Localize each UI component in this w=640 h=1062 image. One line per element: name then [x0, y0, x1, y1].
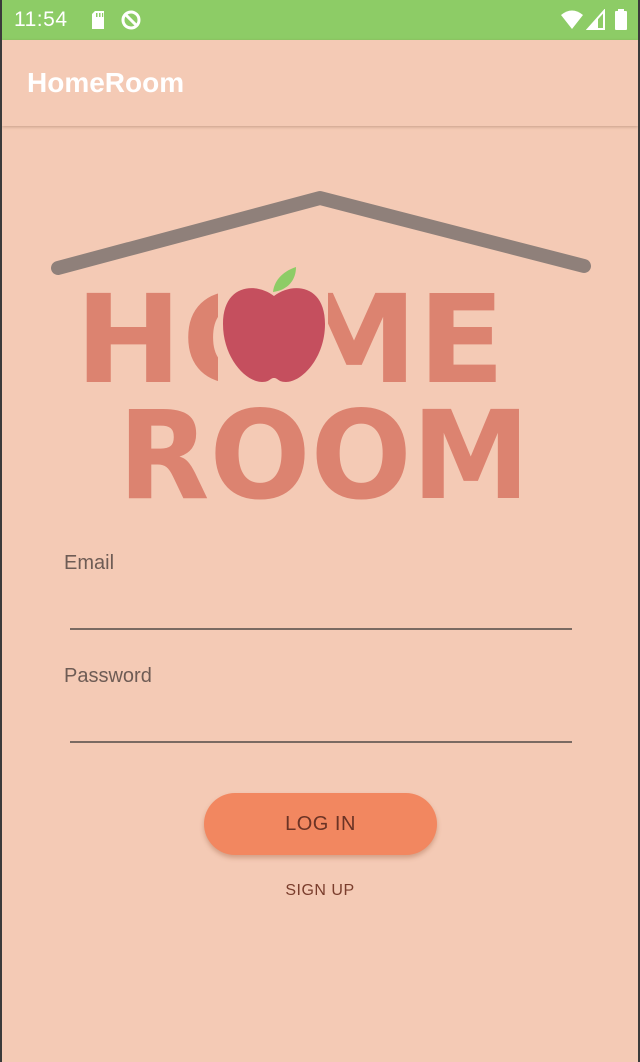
password-label: Password	[64, 665, 152, 687]
battery-icon	[615, 9, 627, 30]
app-title: HomeRoom	[27, 67, 185, 98]
password-input[interactable]	[70, 705, 572, 743]
logo-text-room: ROOM	[118, 385, 530, 508]
email-input[interactable]	[70, 592, 572, 630]
wifi-icon	[561, 10, 583, 29]
homeroom-logo: HOME ROOM	[51, 191, 591, 508]
data-saver-icon	[121, 10, 141, 30]
roof-line	[51, 191, 591, 275]
status-time: 11:54	[14, 8, 68, 31]
app-bar: HomeRoom	[2, 40, 638, 126]
apple-icon	[218, 267, 328, 390]
email-label: Email	[64, 552, 115, 574]
sd-card-icon	[92, 11, 104, 29]
signal-icon	[586, 9, 605, 30]
login-button[interactable]: LOG IN	[204, 793, 437, 855]
app-screen: 11:54 HomeRoom HOME ROOM	[2, 0, 638, 1062]
status-bar: 11:54	[2, 0, 638, 40]
signup-button[interactable]: SIGN UP	[264, 877, 376, 905]
